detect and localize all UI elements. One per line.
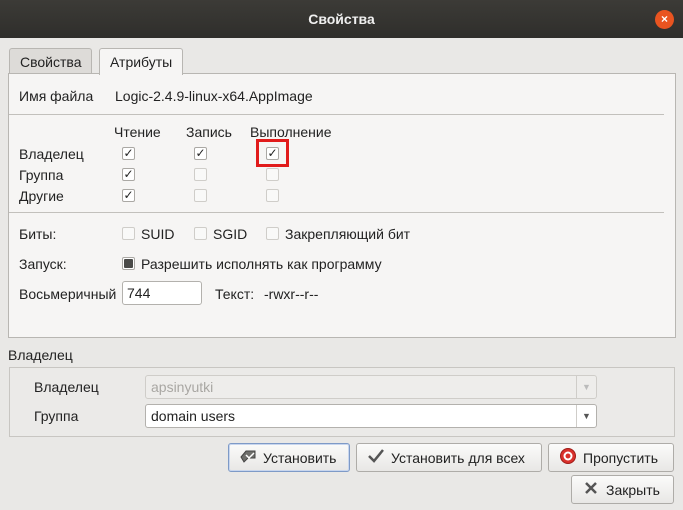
owner-section-title: Владелец [8, 347, 73, 363]
column-read: Чтение [114, 124, 161, 140]
window-titlebar: Свойства × [0, 0, 683, 38]
bits-label: Биты: [19, 226, 57, 242]
apply-icon [237, 448, 259, 467]
sticky-checkbox[interactable] [266, 227, 279, 240]
group-write-checkbox[interactable] [194, 168, 207, 181]
highlight-box [256, 139, 289, 167]
others-exec-checkbox[interactable] [266, 189, 279, 202]
row-label-owner: Владелец [19, 146, 84, 162]
close-label: Закрыть [606, 481, 660, 498]
owner-combo-value: apsinyutki [151, 379, 214, 395]
dropdown-arrow-icon[interactable]: ▼ [576, 405, 596, 427]
group-exec-checkbox[interactable] [266, 168, 279, 181]
group-combo[interactable]: domain users ▼ [145, 404, 597, 428]
checkmark-icon [365, 448, 387, 467]
apply-all-label: Установить для всех [391, 449, 525, 466]
sgid-label: SGID [213, 226, 248, 242]
group-read-checkbox[interactable]: ✓ [122, 168, 135, 181]
text-value: -rwxr--r-- [264, 286, 319, 302]
owner-field-label: Владелец [34, 379, 99, 395]
skip-label: Пропустить [583, 449, 658, 466]
owner-write-checkbox[interactable]: ✓ [194, 147, 207, 160]
filename-label: Имя файла [19, 88, 94, 104]
close-button[interactable]: Закрыть [571, 475, 674, 504]
suid-label: SUID [141, 226, 175, 242]
sticky-label: Закрепляющий бит [285, 226, 411, 242]
apply-button[interactable]: Установить [228, 443, 350, 472]
column-exec: Выполнение [250, 124, 332, 140]
tab-properties[interactable]: Свойства [9, 48, 93, 74]
column-write: Запись [186, 124, 232, 140]
launch-checkbox-label[interactable]: Разрешить исполнять как программу [141, 256, 382, 272]
separator [9, 212, 664, 213]
group-field-label: Группа [34, 408, 79, 424]
dropdown-arrow-icon: ▼ [576, 376, 596, 398]
others-read-checkbox[interactable]: ✓ [122, 189, 135, 202]
row-label-group: Группа [19, 167, 64, 183]
launch-label: Запуск: [19, 256, 67, 272]
skip-button[interactable]: Пропустить [548, 443, 674, 472]
owner-read-checkbox[interactable]: ✓ [122, 147, 135, 160]
window-title: Свойства [308, 11, 375, 27]
row-label-others: Другие [19, 188, 64, 204]
text-label: Текст: [215, 286, 255, 302]
group-combo-value: domain users [151, 408, 236, 424]
launch-checkbox[interactable] [122, 257, 135, 270]
apply-all-button[interactable]: Установить для всех [356, 443, 542, 472]
apply-label: Установить [263, 449, 337, 466]
owner-combo: apsinyutki ▼ [145, 375, 597, 399]
tab-attributes[interactable]: Атрибуты [99, 48, 184, 75]
octal-input[interactable]: 744 [122, 281, 202, 305]
sgid-checkbox[interactable] [194, 227, 207, 240]
separator [9, 114, 664, 115]
octal-label: Восьмеричный [19, 286, 117, 302]
close-x-icon [580, 480, 602, 499]
close-icon[interactable]: × [655, 10, 674, 29]
others-write-checkbox[interactable] [194, 189, 207, 202]
skip-icon [557, 447, 579, 468]
suid-checkbox[interactable] [122, 227, 135, 240]
filename-value: Logic-2.4.9-linux-x64.AppImage [115, 88, 313, 104]
